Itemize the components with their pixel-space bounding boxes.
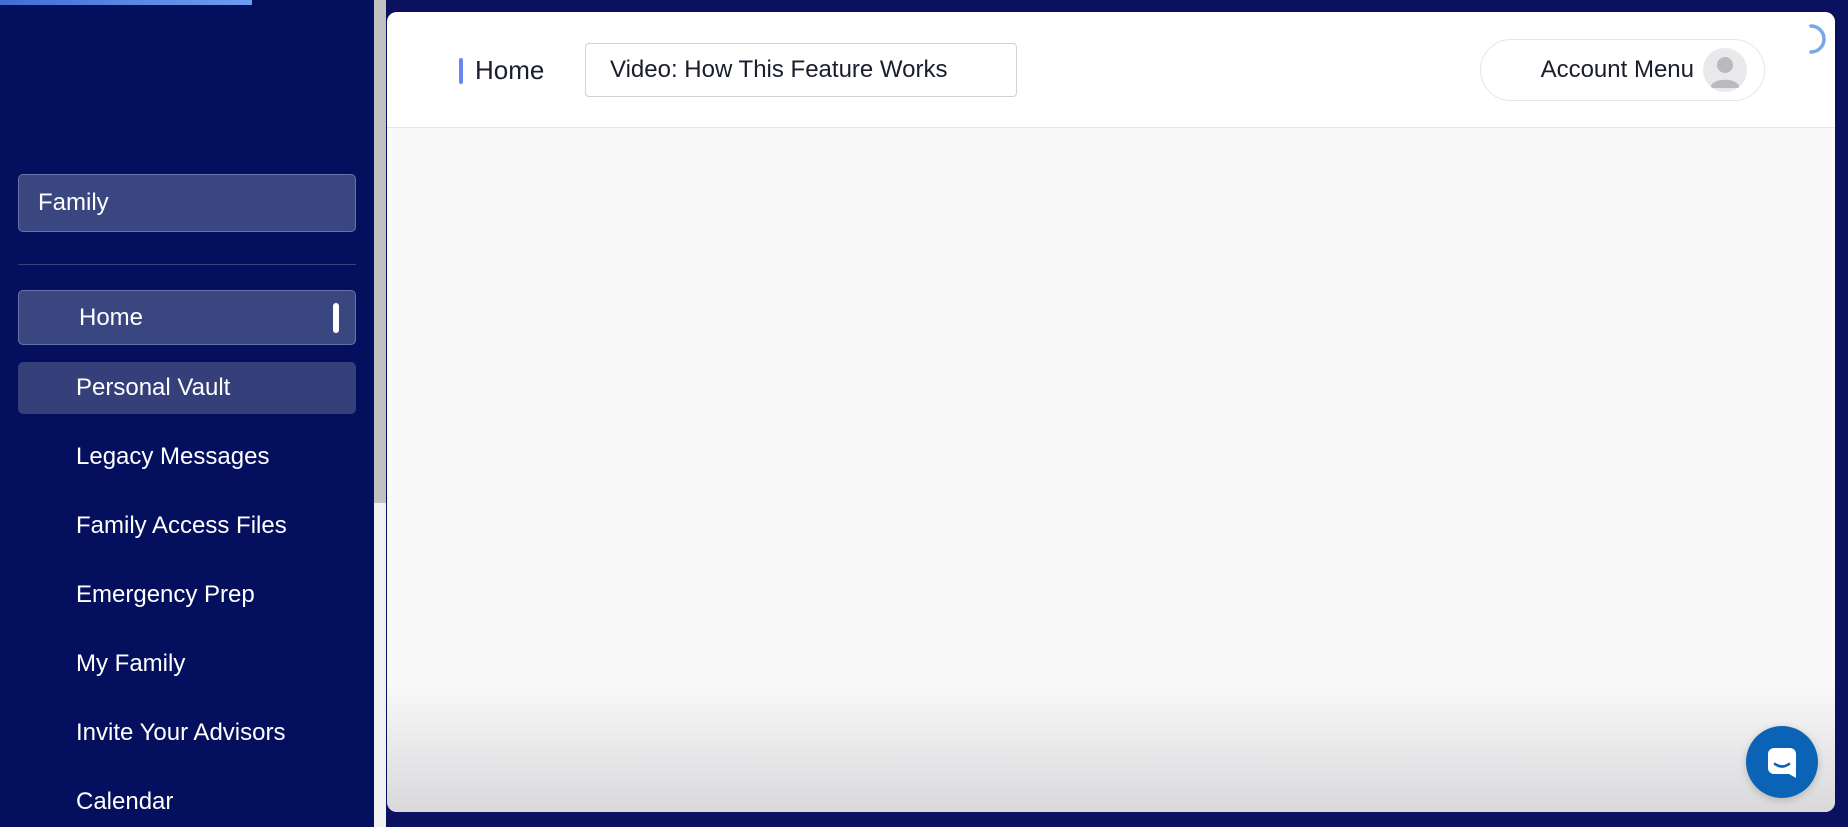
- sidebar-item-home[interactable]: Home: [18, 290, 356, 345]
- breadcrumb-accent: [459, 57, 463, 84]
- chat-launcher-icon[interactable]: [1746, 726, 1818, 798]
- sidebar-item-label: Personal Vault: [76, 374, 231, 401]
- user-avatar-icon: [1703, 48, 1747, 92]
- video-how-it-works-button[interactable]: Video: How This Feature Works: [585, 43, 1017, 97]
- account-menu-label: Account Menu: [1540, 56, 1694, 83]
- breadcrumb: Home: [459, 55, 544, 86]
- breadcrumb-home: Home: [475, 55, 545, 85]
- sidebar-item-legacy-messages[interactable]: Legacy Messages: [18, 431, 356, 483]
- sidebar-item-label: Calendar: [76, 788, 174, 815]
- top-bar: Home Video: How This Feature Works Accou…: [387, 12, 1835, 128]
- sidebar-item-label: Legacy Messages: [76, 443, 270, 470]
- sidebar-item-label: Home: [79, 303, 144, 331]
- active-indicator: [333, 303, 339, 333]
- main-panel: Home Video: How This Feature Works Accou…: [387, 12, 1835, 812]
- sidebar-item-label: Emergency Prep: [76, 581, 255, 608]
- sidebar-item-emergency-prep[interactable]: Emergency Prep: [18, 569, 356, 621]
- account-menu-button[interactable]: Account Menu: [1480, 39, 1765, 101]
- app-root: Family Home Personal Vault Legacy Messag…: [0, 0, 1848, 827]
- sidebar-nav: Home Personal Vault Legacy Messages Fami…: [18, 290, 356, 827]
- sidebar-item-calendar[interactable]: Calendar: [18, 776, 356, 827]
- sidebar-item-family-access-files[interactable]: Family Access Files: [18, 500, 356, 552]
- sidebar: Family Home Personal Vault Legacy Messag…: [0, 0, 374, 827]
- loading-spinner-icon: [1795, 23, 1827, 55]
- sidebar-divider: [18, 264, 356, 265]
- sidebar-scrollbar-thumb[interactable]: [374, 0, 386, 503]
- sidebar-item-label: Invite Your Advisors: [76, 719, 286, 746]
- sidebar-item-invite-your-advisors[interactable]: Invite Your Advisors: [18, 707, 356, 759]
- content-bottom-fade: [387, 682, 1835, 812]
- sidebar-item-label: Family Access Files: [76, 512, 287, 539]
- sidebar-item-personal-vault[interactable]: Personal Vault: [18, 362, 356, 414]
- sidebar-item-label: My Family: [76, 650, 186, 677]
- sidebar-item-my-family[interactable]: My Family: [18, 638, 356, 690]
- family-selector[interactable]: Family: [18, 174, 356, 232]
- sidebar-top-accent: [0, 0, 252, 5]
